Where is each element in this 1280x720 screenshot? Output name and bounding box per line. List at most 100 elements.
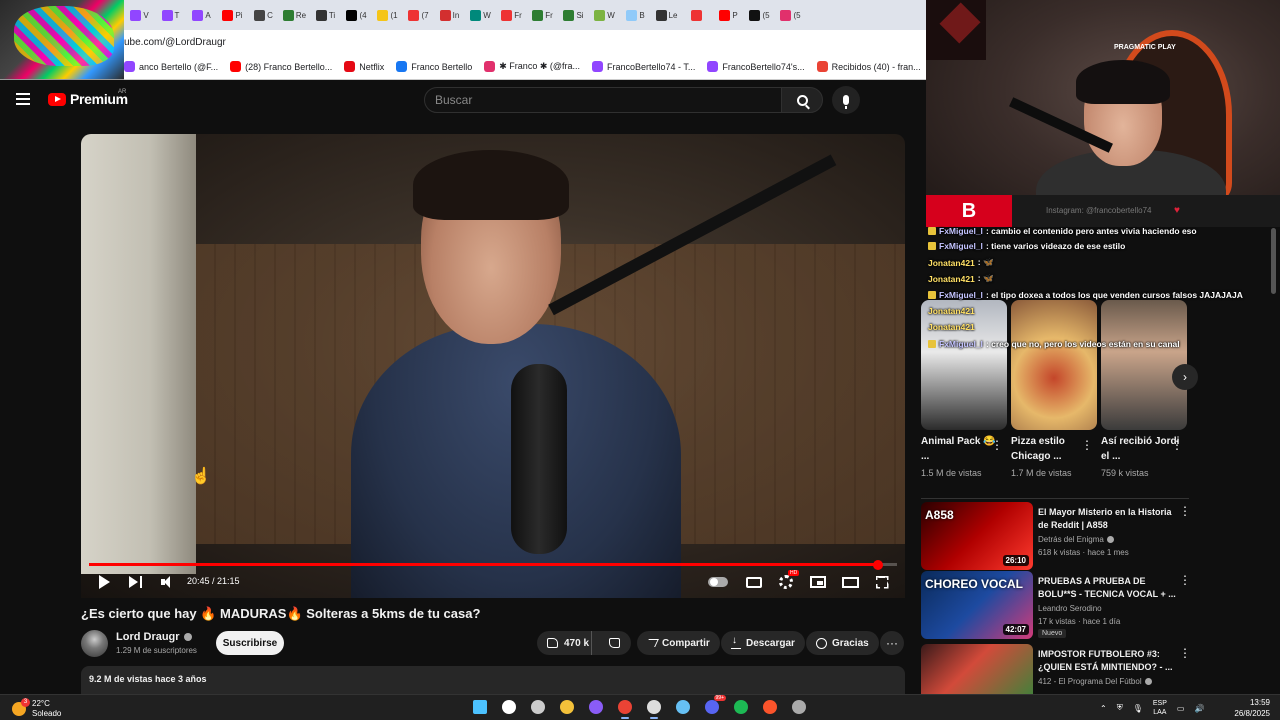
short-title[interactable]: Animal Pack 😂 ... xyxy=(921,434,1001,464)
short-more-icon[interactable]: ⋮ xyxy=(1081,438,1093,452)
temperature: 22°C xyxy=(32,699,50,708)
search-input[interactable]: Buscar xyxy=(424,87,782,113)
bookmark-item[interactable]: Netflix xyxy=(344,61,384,72)
browser-tab[interactable]: Fr xyxy=(527,3,558,27)
recommendation-thumbnail[interactable]: A858 26:10 xyxy=(921,502,1033,570)
description-box[interactable]: 9.2 M de vistas hace 3 años xyxy=(81,666,905,694)
next-button[interactable] xyxy=(126,572,146,592)
short-more-icon[interactable]: ⋮ xyxy=(991,438,1003,452)
progress-bar[interactable] xyxy=(89,563,897,566)
chevron-up-icon[interactable]: ⌃ xyxy=(1100,704,1107,713)
monitor-icon[interactable]: ▭ xyxy=(1177,704,1185,713)
youtube-logo[interactable]: Premium xyxy=(48,91,128,107)
browser-tab[interactable]: V xyxy=(124,3,155,27)
bookmark-item[interactable]: FrancoBertello74's... xyxy=(707,61,805,72)
bookmark-item[interactable]: anco Bertello (@F... xyxy=(124,61,218,72)
more-options-icon[interactable]: ⋮ xyxy=(1179,504,1191,518)
browser-tab[interactable]: A xyxy=(186,3,217,27)
bookmark-item[interactable]: Recibidos (40) - fran... xyxy=(816,61,921,72)
discord-icon[interactable]: 99+ xyxy=(702,695,726,717)
browser-tab[interactable]: Ti xyxy=(310,3,341,27)
clock[interactable]: 13:59 26/8/2025 xyxy=(1218,697,1270,719)
recommendation-channel[interactable]: 412 - El Programa Del Fútbol xyxy=(1038,677,1152,686)
short-title[interactable]: Así recibió Jordi el ... xyxy=(1101,434,1181,464)
share-button[interactable]: Compartir xyxy=(637,631,720,655)
chrome-icon[interactable] xyxy=(615,697,635,719)
more-actions-button[interactable]: ··· xyxy=(880,631,904,655)
autoplay-toggle[interactable] xyxy=(708,572,728,592)
theater-button[interactable] xyxy=(840,572,860,592)
browser-tab[interactable]: (1 xyxy=(372,3,403,27)
browser-tab[interactable]: P xyxy=(713,3,744,27)
browser-tab[interactable]: (4 xyxy=(341,3,372,27)
recommendation-thumbnail[interactable]: CHOREO VOCAL 42:07 xyxy=(921,571,1033,639)
browser-tab[interactable]: (7 xyxy=(403,3,434,27)
steam-icon[interactable] xyxy=(673,697,693,717)
language-indicator[interactable]: ESP LAA xyxy=(1153,699,1167,717)
browser-tab[interactable]: B xyxy=(620,3,651,27)
browser-tab[interactable] xyxy=(682,3,713,27)
thanks-button[interactable]: Gracias xyxy=(806,631,879,655)
channel-name-link[interactable]: Lord Draugr xyxy=(116,631,192,643)
folder-icon[interactable] xyxy=(557,697,577,717)
browser-tab[interactable]: W xyxy=(465,3,496,27)
browser-tab[interactable]: T xyxy=(155,3,186,27)
browser-tab[interactable]: Pi xyxy=(217,3,248,27)
browser-tab[interactable]: W xyxy=(589,3,620,27)
download-button[interactable]: Descargar xyxy=(721,631,805,655)
address-bar[interactable]: ube.com/@LordDraugr xyxy=(124,30,926,54)
play-button[interactable] xyxy=(94,572,114,592)
bookmark-item[interactable]: Franco Bertello xyxy=(396,61,472,72)
recommendation-channel[interactable]: Detrás del Enigma xyxy=(1038,535,1114,544)
windows-icon[interactable] xyxy=(470,697,490,717)
subscribe-button[interactable]: Suscribirse xyxy=(216,631,284,655)
recommendation-item[interactable]: CHOREO VOCAL 42:07 PRUEBAS A PRUEBA DE BOL… xyxy=(921,571,1191,639)
spotify-icon[interactable] xyxy=(731,697,751,717)
search-button[interactable] xyxy=(781,87,823,113)
volume-button[interactable] xyxy=(158,572,178,592)
browser-tab[interactable]: C xyxy=(248,3,279,27)
brave-icon[interactable] xyxy=(760,697,780,717)
bookmark-item[interactable]: (28) Franco Bertello... xyxy=(230,61,332,72)
menu-icon[interactable] xyxy=(16,93,30,105)
shorts-next-button[interactable]: › xyxy=(1172,364,1198,390)
browser-tab[interactable]: (5 xyxy=(775,3,806,27)
browser-tab[interactable]: Le xyxy=(651,3,682,27)
dislike-button[interactable] xyxy=(597,631,631,655)
recommendation-title[interactable]: El Mayor Misterio en la Historia de Redd… xyxy=(1038,506,1178,532)
browser-tab[interactable]: Re xyxy=(279,3,310,27)
speaker-icon[interactable]: 🔊 xyxy=(1194,704,1204,713)
bookmark-item[interactable]: FrancoBertello74 - T... xyxy=(592,61,695,72)
subtitles-button[interactable] xyxy=(744,572,764,592)
task-view-icon[interactable] xyxy=(528,697,548,717)
like-button[interactable]: 470 k xyxy=(537,631,593,655)
fullscreen-button[interactable] xyxy=(872,572,892,592)
circle-app-icon[interactable] xyxy=(586,697,606,717)
browser-tab[interactable]: Si xyxy=(558,3,589,27)
system-tray: ⌃ ⛨ 🎙 ESP LAA ▭ 🔊 xyxy=(1100,699,1204,717)
voice-search-button[interactable] xyxy=(832,86,860,114)
bookmark-item[interactable]: ✱ Franco ✱ (@fra... xyxy=(484,61,580,72)
recommendation-title[interactable]: IMPOSTOR FUTBOLERO #3: ¿QUIEN ESTÁ MINTI… xyxy=(1038,648,1178,674)
weather-widget[interactable]: 3 22°C Soleado xyxy=(12,698,61,719)
browser-tab[interactable]: In xyxy=(434,3,465,27)
more-options-icon[interactable]: ⋮ xyxy=(1179,646,1191,660)
video-player[interactable]: ☝ xyxy=(81,134,905,598)
browser-tab[interactable]: Fr xyxy=(496,3,527,27)
recommendation-item[interactable]: A858 26:10 El Mayor Misterio en la Histori… xyxy=(921,502,1191,570)
obs-icon[interactable] xyxy=(644,697,664,719)
recommendation-title[interactable]: PRUEBAS A PRUEBA DE BOLU**S - TECNICA VO… xyxy=(1038,575,1178,601)
microphone-tray-icon[interactable]: 🎙 xyxy=(1133,704,1143,713)
channel-avatar[interactable] xyxy=(81,630,108,657)
settings-button[interactable]: HD xyxy=(776,570,800,592)
recommendation-channel[interactable]: Leandro Serodino xyxy=(1038,604,1102,613)
shield-icon[interactable]: ⛨ xyxy=(1117,703,1123,713)
short-more-icon[interactable]: ⋮ xyxy=(1171,438,1183,452)
miniplayer-button[interactable] xyxy=(808,572,828,592)
short-title[interactable]: Pizza estilo Chicago ... xyxy=(1011,434,1091,464)
browser-tab[interactable]: (5 xyxy=(744,3,775,27)
scrollbar[interactable] xyxy=(1271,228,1276,294)
settings-icon[interactable] xyxy=(789,697,809,717)
search-icon[interactable] xyxy=(499,697,519,717)
more-options-icon[interactable]: ⋮ xyxy=(1179,573,1191,587)
